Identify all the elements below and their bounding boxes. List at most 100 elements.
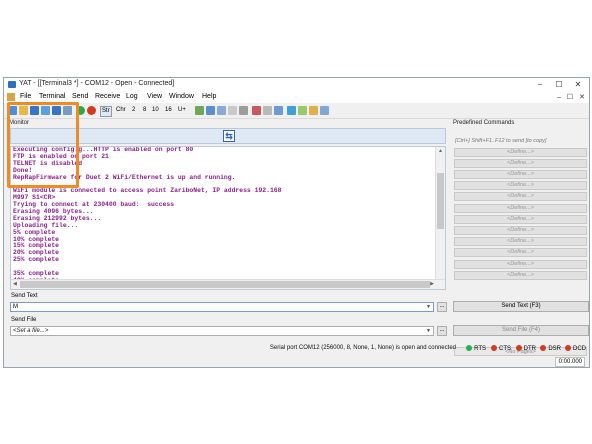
window-title: YAT - [[Terminal3 *] - COM12 - Open - Co… <box>19 80 175 87</box>
rts-label: RTS <box>474 346 486 352</box>
predefined-command-button[interactable]: <Define...> <box>454 215 587 224</box>
send-file-dropdown-icon[interactable]: ▼ <box>424 327 433 335</box>
rts-led-icon <box>466 345 473 351</box>
send-text-value: M <box>13 304 18 310</box>
send-text-more-button[interactable]: ... <box>437 302 447 312</box>
find-icon[interactable] <box>274 106 283 115</box>
radix-string-button[interactable]: Str <box>100 106 112 117</box>
dsr-indicator: DSR <box>540 345 561 352</box>
dtr-label: DTR <box>523 346 536 352</box>
predefined-command-button[interactable]: <Define...> <box>454 181 587 190</box>
radix-char-button[interactable]: Chr <box>116 106 126 115</box>
show-rx-icon[interactable] <box>206 106 215 115</box>
horizontal-scrollbar[interactable]: ◀ ▶ <box>11 279 445 289</box>
scroll-left-icon[interactable]: ◀ <box>13 281 17 287</box>
terminal-line: WiFi module is connected to access point… <box>13 187 282 195</box>
menu-bar: File Terminal Send Receive Log View Wind… <box>4 92 589 103</box>
menu-log[interactable]: Log <box>126 93 138 100</box>
cts-indicator: CTS <box>491 345 511 352</box>
radix-unicode-button[interactable]: U+ <box>178 106 186 115</box>
dcd-label: DCD <box>573 346 586 352</box>
yat-window: YAT - [[Terminal3 *] - COM12 - Open - Co… <box>3 77 590 368</box>
predefined-command-button[interactable]: <Define...> <box>454 260 587 269</box>
predefined-command-button[interactable]: <Define...> <box>454 226 587 235</box>
print-icon[interactable] <box>239 106 248 115</box>
vertical-scroll-thumb[interactable] <box>437 173 444 229</box>
vertical-scrollbar[interactable]: ▲ <box>435 147 445 281</box>
send-text-dropdown-icon[interactable]: ▼ <box>424 303 433 311</box>
send-file-more-button[interactable]: ... <box>437 326 447 336</box>
clear-monitor-icon[interactable] <box>252 106 261 115</box>
status-bar: Serial port COM12 (256000, 8, None, 1, N… <box>4 342 589 355</box>
menu-file[interactable]: File <box>20 93 31 100</box>
predefined-command-button[interactable]: <Define...> <box>454 148 587 157</box>
log-folder-icon[interactable] <box>309 106 318 115</box>
show-tx-icon[interactable] <box>195 106 204 115</box>
rts-indicator[interactable]: RTS <box>466 345 486 352</box>
log-on-icon[interactable] <box>287 106 296 115</box>
menu-window[interactable]: Window <box>169 93 194 100</box>
menu-send[interactable]: Send <box>72 93 88 100</box>
app-icon <box>8 81 16 88</box>
menu-receive[interactable]: Receive <box>95 93 120 100</box>
copy-icon[interactable] <box>263 106 272 115</box>
highlight-box <box>7 102 79 188</box>
terminal-line: 25% complete <box>13 256 60 264</box>
dtr-led-icon <box>515 345 522 351</box>
scroll-right-icon[interactable]: ▶ <box>430 281 434 287</box>
document-icon <box>7 93 15 101</box>
log-off-icon[interactable] <box>298 106 307 115</box>
predefined-command-button[interactable]: <Define...> <box>454 159 587 168</box>
scroll-up-icon[interactable]: ▲ <box>438 148 443 154</box>
predefined-panel: [Ctrl+] Shift+F1..F12 to send [to copy] … <box>451 120 589 356</box>
terminal-line: 20% complete <box>13 249 60 257</box>
radix-oct-button[interactable]: 8 <box>143 106 146 115</box>
radix-dec-button[interactable]: 10 <box>152 106 159 115</box>
cts-led-icon <box>491 345 497 351</box>
bidir-icon[interactable] <box>217 106 226 115</box>
menu-view[interactable]: View <box>147 93 162 100</box>
predefined-command-button[interactable]: <Define...> <box>454 170 587 179</box>
dcd-indicator: DCD <box>565 345 586 352</box>
predefined-command-button[interactable]: <Define...> <box>454 271 587 280</box>
cts-label: CTS <box>499 346 511 352</box>
predefined-command-button[interactable]: <Define...> <box>454 237 587 246</box>
terminal-line: Uploading file... <box>13 221 79 229</box>
minimize-button[interactable]: – <box>531 79 549 91</box>
predefined-command-button[interactable]: <Define...> <box>454 192 587 201</box>
connection-status: Serial port COM12 (256000, 8, None, 1, N… <box>269 345 456 351</box>
swap-direction-icon[interactable]: ⇆ <box>223 130 235 142</box>
mdi-minimize-button[interactable]: – <box>557 92 561 103</box>
toolbar: Str Chr 2 8 10 16 U+ <box>4 103 589 119</box>
send-file-value: <Set a file...> <box>13 328 49 334</box>
elapsed-timer: 0:00.000 <box>555 357 585 367</box>
predefined-command-button[interactable]: <Define...> <box>454 248 587 257</box>
close-port-icon[interactable] <box>87 106 96 115</box>
maximize-button[interactable]: ☐ <box>550 79 568 91</box>
send-file-input[interactable]: <Set a file...> ▼ <box>10 326 434 336</box>
send-text-input[interactable]: M ▼ <box>10 302 434 312</box>
dtr-indicator[interactable]: DTR <box>515 345 536 352</box>
menu-terminal[interactable]: Terminal <box>39 93 65 100</box>
radix-hex-button[interactable]: 16 <box>165 106 172 115</box>
mdi-restore-button[interactable]: ☐ <box>567 92 573 103</box>
close-button[interactable]: ✕ <box>569 79 587 91</box>
mdi-close-button[interactable]: ✕ <box>579 92 585 103</box>
dsr-led-icon <box>540 345 547 351</box>
terminal-line: 15% complete <box>13 242 60 250</box>
predefined-hint: [Ctrl+] Shift+F1..F12 to send [to copy] <box>455 138 547 144</box>
radix-bin-button[interactable]: 2 <box>132 106 135 115</box>
dsr-label: DSR <box>548 346 561 352</box>
log-settings-icon[interactable] <box>320 106 329 115</box>
title-bar: YAT - [[Terminal3 *] - COM12 - Open - Co… <box>4 78 589 92</box>
terminal-line: 10% complete <box>13 235 60 243</box>
clear-icon[interactable] <box>228 106 237 115</box>
menu-help[interactable]: Help <box>202 93 216 100</box>
dcd-led-icon <box>565 345 571 351</box>
predefined-command-button[interactable]: <Define...> <box>454 204 587 213</box>
send-text-button[interactable]: Send Text (F3) <box>453 301 589 312</box>
terminal-line: 5% complete <box>13 228 56 236</box>
horizontal-scroll-thumb[interactable] <box>20 281 430 288</box>
send-file-button[interactable]: Send File (F4) <box>453 325 589 336</box>
